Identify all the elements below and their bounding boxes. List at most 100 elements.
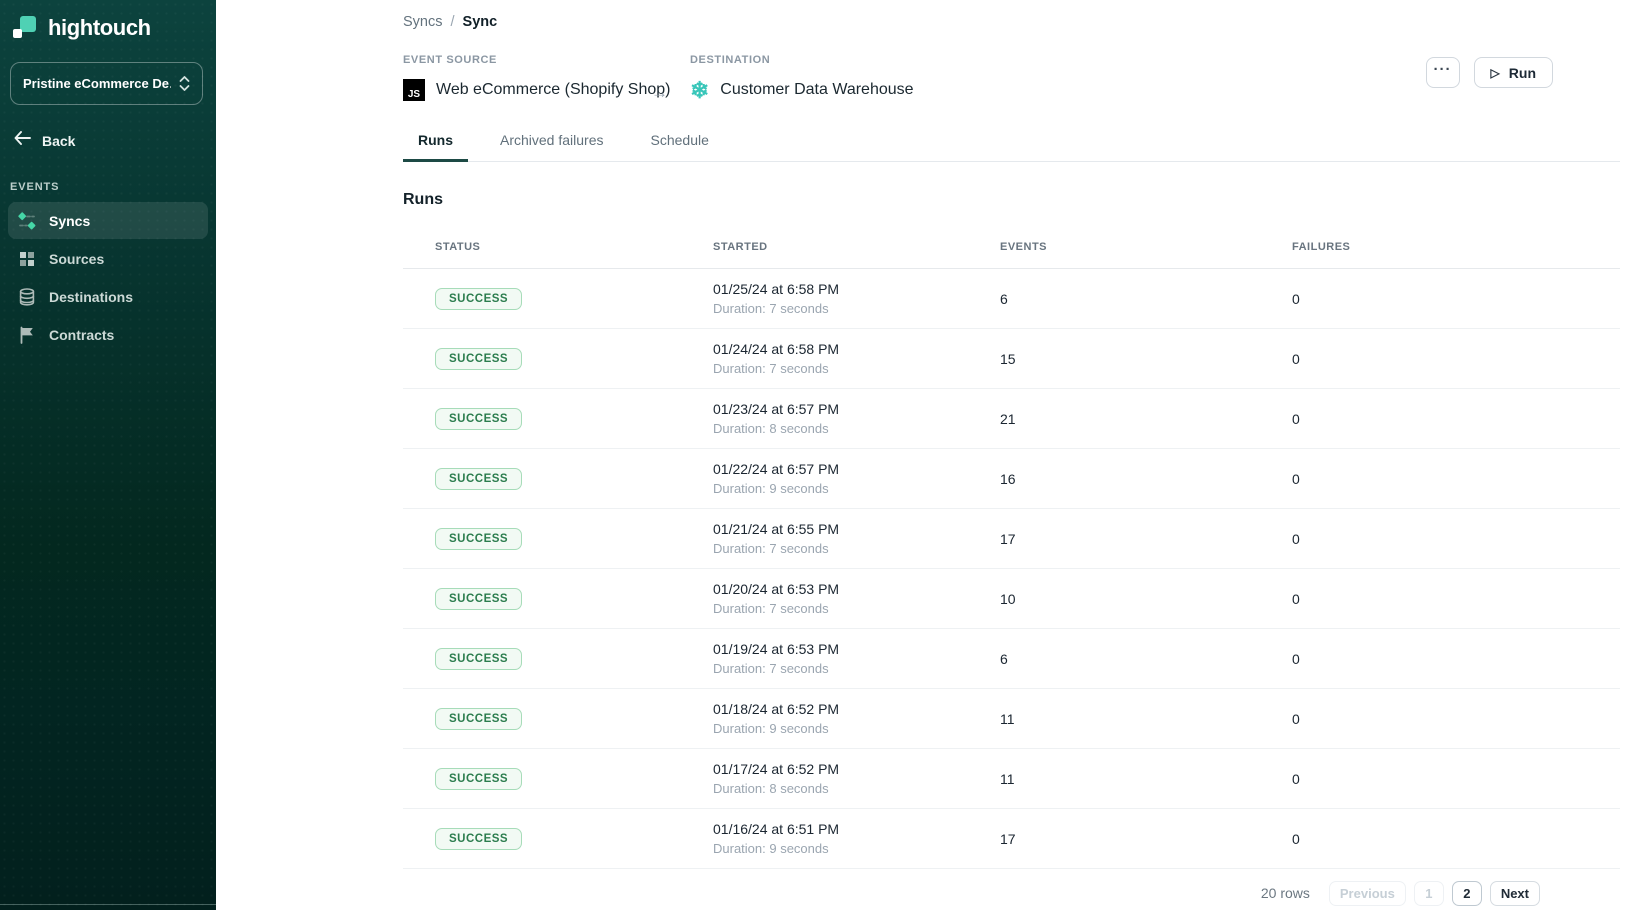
- table-row[interactable]: SUCCESS 01/16/24 at 6:51 PM Duration: 9 …: [403, 809, 1620, 869]
- table-row[interactable]: SUCCESS 01/24/24 at 6:58 PM Duration: 7 …: [403, 329, 1620, 389]
- status-badge: SUCCESS: [435, 408, 522, 430]
- run-duration: Duration: 7 seconds: [713, 541, 1000, 556]
- breadcrumb: Syncs / Sync: [403, 0, 1620, 30]
- sidebar-item-label: Sources: [49, 251, 104, 267]
- run-events-count: 16: [1000, 471, 1292, 487]
- event-source-name[interactable]: Web eCommerce (Shopify Shop): [436, 81, 670, 99]
- next-page-button[interactable]: Next: [1490, 881, 1540, 906]
- run-events-count: 11: [1000, 771, 1292, 787]
- run-started-time: 01/16/24 at 6:51 PM: [713, 821, 1000, 837]
- runs-section-title: Runs: [403, 191, 1620, 209]
- tab-archived-failures[interactable]: Archived failures: [485, 126, 619, 161]
- run-failures-count: 0: [1292, 831, 1620, 847]
- column-header-failures: FAILURES: [1292, 241, 1620, 253]
- table-row[interactable]: SUCCESS 01/23/24 at 6:57 PM Duration: 8 …: [403, 389, 1620, 449]
- status-badge: SUCCESS: [435, 768, 522, 790]
- sidebar-item-syncs[interactable]: Syncs: [8, 202, 208, 239]
- status-badge: SUCCESS: [435, 468, 522, 490]
- sync-header: EVENT SOURCE JS Web eCommerce (Shopify S…: [403, 54, 1620, 103]
- status-badge: SUCCESS: [435, 708, 522, 730]
- page-1-button[interactable]: 1: [1414, 881, 1444, 906]
- javascript-source-icon: JS: [403, 79, 425, 101]
- sidebar-item-sources[interactable]: Sources: [8, 240, 208, 277]
- sidebar: hightouch Pristine eCommerce De… Back EV…: [0, 0, 216, 910]
- table-row[interactable]: SUCCESS 01/22/24 at 6:57 PM Duration: 9 …: [403, 449, 1620, 509]
- run-started-time: 01/22/24 at 6:57 PM: [713, 461, 1000, 477]
- table-row[interactable]: SUCCESS 01/18/24 at 6:52 PM Duration: 9 …: [403, 689, 1620, 749]
- column-header-events: EVENTS: [1000, 241, 1292, 253]
- row-count-label: 20 rows: [1261, 885, 1310, 901]
- breadcrumb-syncs-link[interactable]: Syncs: [403, 14, 443, 30]
- run-failures-count: 0: [1292, 711, 1620, 727]
- sidebar-item-contracts[interactable]: Contracts: [8, 316, 208, 353]
- workspace-selector[interactable]: Pristine eCommerce De…: [10, 62, 203, 105]
- run-started-time: 01/21/24 at 6:55 PM: [713, 521, 1000, 537]
- database-icon: [18, 288, 36, 306]
- ellipsis-icon: ···: [1434, 61, 1452, 78]
- flag-icon: [18, 326, 36, 344]
- run-started-time: 01/18/24 at 6:52 PM: [713, 701, 1000, 717]
- sliders-icon: [18, 212, 36, 230]
- run-started-time: 01/24/24 at 6:58 PM: [713, 341, 1000, 357]
- run-started-time: 01/23/24 at 6:57 PM: [713, 401, 1000, 417]
- tab-schedule[interactable]: Schedule: [636, 126, 724, 161]
- destination-name[interactable]: Customer Data Warehouse: [720, 81, 913, 99]
- column-header-started: STARTED: [713, 241, 1000, 253]
- grid-icon: [18, 250, 36, 268]
- status-badge: SUCCESS: [435, 828, 522, 850]
- run-events-count: 6: [1000, 651, 1292, 667]
- run-duration: Duration: 7 seconds: [713, 361, 1000, 376]
- run-events-count: 21: [1000, 411, 1292, 427]
- sidebar-nav: Syncs Sources De: [0, 202, 216, 353]
- run-duration: Duration: 9 seconds: [713, 721, 1000, 736]
- run-events-count: 17: [1000, 531, 1292, 547]
- run-duration: Duration: 7 seconds: [713, 301, 1000, 316]
- pagination: 20 rows Previous 1 2 Next: [403, 869, 1620, 910]
- run-started-time: 01/25/24 at 6:58 PM: [713, 281, 1000, 297]
- event-source-block: EVENT SOURCE JS Web eCommerce (Shopify S…: [403, 54, 690, 103]
- sidebar-item-label: Contracts: [49, 327, 114, 343]
- run-failures-count: 0: [1292, 651, 1620, 667]
- run-started-time: 01/20/24 at 6:53 PM: [713, 581, 1000, 597]
- table-row[interactable]: SUCCESS 01/21/24 at 6:55 PM Duration: 7 …: [403, 509, 1620, 569]
- table-row[interactable]: SUCCESS 01/25/24 at 6:58 PM Duration: 7 …: [403, 269, 1620, 329]
- sidebar-item-label: Destinations: [49, 289, 133, 305]
- status-badge: SUCCESS: [435, 348, 522, 370]
- run-events-count: 10: [1000, 591, 1292, 607]
- chevron-updown-icon: [179, 76, 190, 91]
- back-link[interactable]: Back: [14, 131, 204, 150]
- breadcrumb-current: Sync: [463, 14, 498, 30]
- play-icon: ▷: [1491, 66, 1500, 80]
- column-header-status: STATUS: [403, 241, 713, 253]
- run-duration: Duration: 7 seconds: [713, 601, 1000, 616]
- main-panel: Syncs / Sync EVENT SOURCE JS Web eCommer…: [216, 0, 1648, 910]
- run-events-count: 17: [1000, 831, 1292, 847]
- table-row[interactable]: SUCCESS 01/19/24 at 6:53 PM Duration: 7 …: [403, 629, 1620, 689]
- workspace-selector-value: Pristine eCommerce De…: [23, 76, 171, 91]
- table-row[interactable]: SUCCESS 01/17/24 at 6:52 PM Duration: 8 …: [403, 749, 1620, 809]
- header-actions: ··· ▷ Run: [1426, 57, 1553, 88]
- destination-block: DESTINATION ❄ Customer Data Warehouse: [690, 54, 914, 103]
- previous-page-button[interactable]: Previous: [1329, 881, 1406, 906]
- run-button-label: Run: [1509, 65, 1536, 81]
- run-failures-count: 0: [1292, 411, 1620, 427]
- run-duration: Duration: 9 seconds: [713, 481, 1000, 496]
- tab-runs[interactable]: Runs: [403, 126, 468, 161]
- table-row[interactable]: SUCCESS 01/20/24 at 6:53 PM Duration: 7 …: [403, 569, 1620, 629]
- runs-table-body: SUCCESS 01/25/24 at 6:58 PM Duration: 7 …: [403, 269, 1620, 869]
- sidebar-item-destinations[interactable]: Destinations: [8, 278, 208, 315]
- sync-tabs: Runs Archived failures Schedule: [403, 126, 1620, 162]
- run-button[interactable]: ▷ Run: [1474, 57, 1553, 88]
- snowflake-icon: ❄: [690, 79, 709, 102]
- run-events-count: 6: [1000, 291, 1292, 307]
- run-events-count: 15: [1000, 351, 1292, 367]
- run-duration: Duration: 9 seconds: [713, 841, 1000, 856]
- status-badge: SUCCESS: [435, 588, 522, 610]
- sidebar-item-label: Syncs: [49, 213, 90, 229]
- run-failures-count: 0: [1292, 471, 1620, 487]
- run-duration: Duration: 8 seconds: [713, 781, 1000, 796]
- page-2-button[interactable]: 2: [1452, 881, 1482, 906]
- run-failures-count: 0: [1292, 291, 1620, 307]
- run-duration: Duration: 7 seconds: [713, 661, 1000, 676]
- more-options-button[interactable]: ···: [1426, 57, 1460, 88]
